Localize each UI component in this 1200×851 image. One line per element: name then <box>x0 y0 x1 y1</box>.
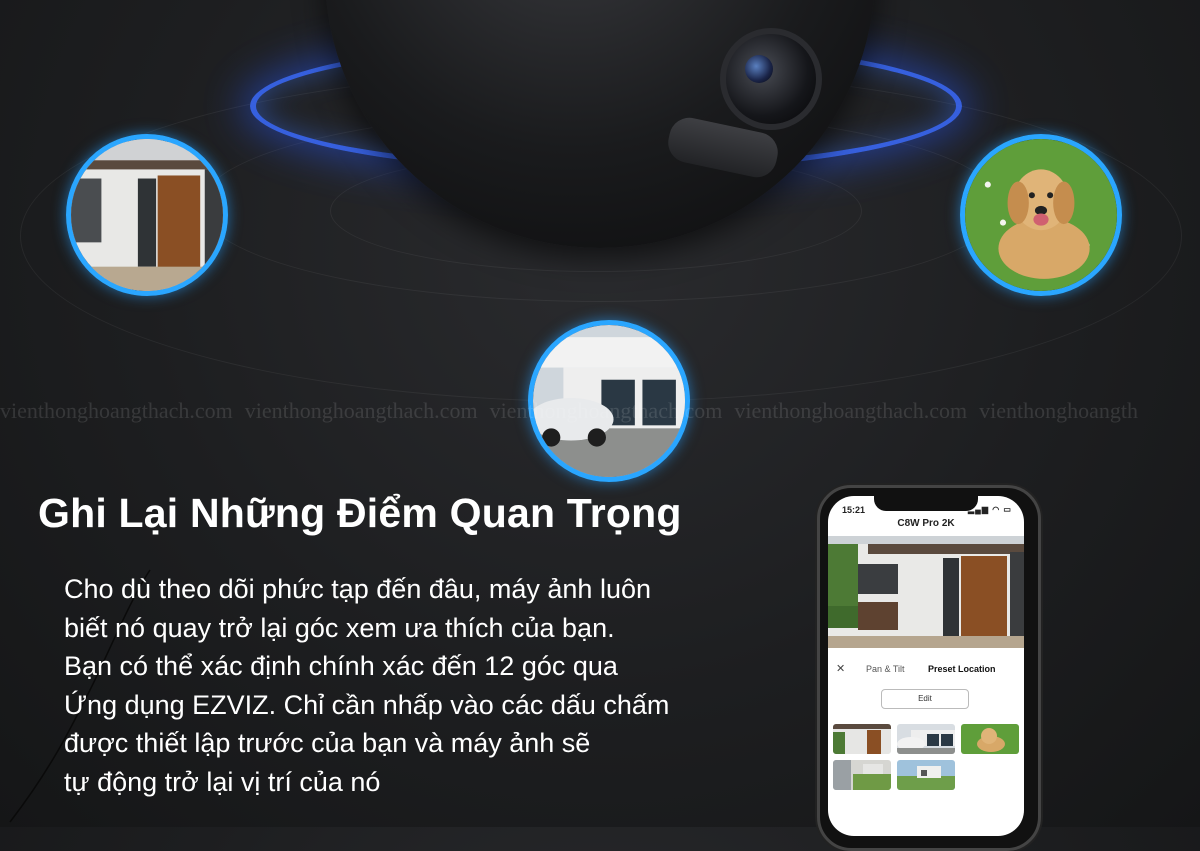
description-line: Bạn có thể xác định chính xác đến 12 góc… <box>64 651 618 681</box>
description-line: Ứng dụng EZVIZ. Chỉ cần nhấp vào các dấu… <box>64 689 670 720</box>
description-line: được thiết lập trước của bạn và máy ảnh … <box>64 728 591 758</box>
status-time: 15:21 <box>842 505 866 515</box>
preset-thumb-yard[interactable] <box>897 760 955 790</box>
description-line: tự động trở lại vị trí của nó <box>64 766 381 797</box>
watermark-text: vienthonghoangthach.com <box>489 398 723 423</box>
phone-screen: 15:21 ▂▄▆ ◠ ▭ C8W Pro 2K ✕ Pan & Tilt Pr… <box>828 496 1024 836</box>
tab-preset-location[interactable]: Preset Location <box>928 664 996 674</box>
watermark-text: vienthonghoangthach.com <box>244 398 478 423</box>
description: Cho dù theo dõi phức tạp đến đâu, máy ản… <box>64 570 784 801</box>
page-title: Ghi Lại Những Điểm Quan Trọng <box>38 490 682 536</box>
preset-thumb-door[interactable] <box>833 724 891 754</box>
preset-thumb-dog[interactable] <box>961 724 1019 754</box>
camera-lens-core <box>745 55 773 83</box>
watermark: vienthonghoangthach.com vienthonghoangtha… <box>0 398 1200 424</box>
watermark-text: vienthonghoangth <box>979 398 1138 423</box>
app-title: C8W Pro 2K <box>897 518 955 529</box>
preset-tabs: ✕ Pan & Tilt Preset Location <box>828 662 1024 678</box>
phone-notch <box>874 493 978 511</box>
description-line: Cho dù theo dõi phức tạp đến đâu, máy ản… <box>64 574 651 604</box>
tab-pan-tilt[interactable]: Pan & Tilt <box>866 664 905 674</box>
edit-button[interactable]: Edit <box>881 689 969 709</box>
preset-door-image <box>66 134 228 296</box>
preset-thumb-garage[interactable] <box>897 724 955 754</box>
close-icon[interactable]: ✕ <box>836 662 845 675</box>
preset-dog-image <box>960 134 1122 296</box>
live-view-image <box>828 536 1024 648</box>
camera-lens <box>720 28 822 130</box>
preset-thumb-patio[interactable] <box>833 760 891 790</box>
watermark-text: vienthonghoangthach.com <box>734 398 968 423</box>
description-line: biết nó quay trở lại góc xem ưa thích củ… <box>64 612 615 643</box>
watermark-text: vienthonghoangthach.com <box>0 398 233 423</box>
